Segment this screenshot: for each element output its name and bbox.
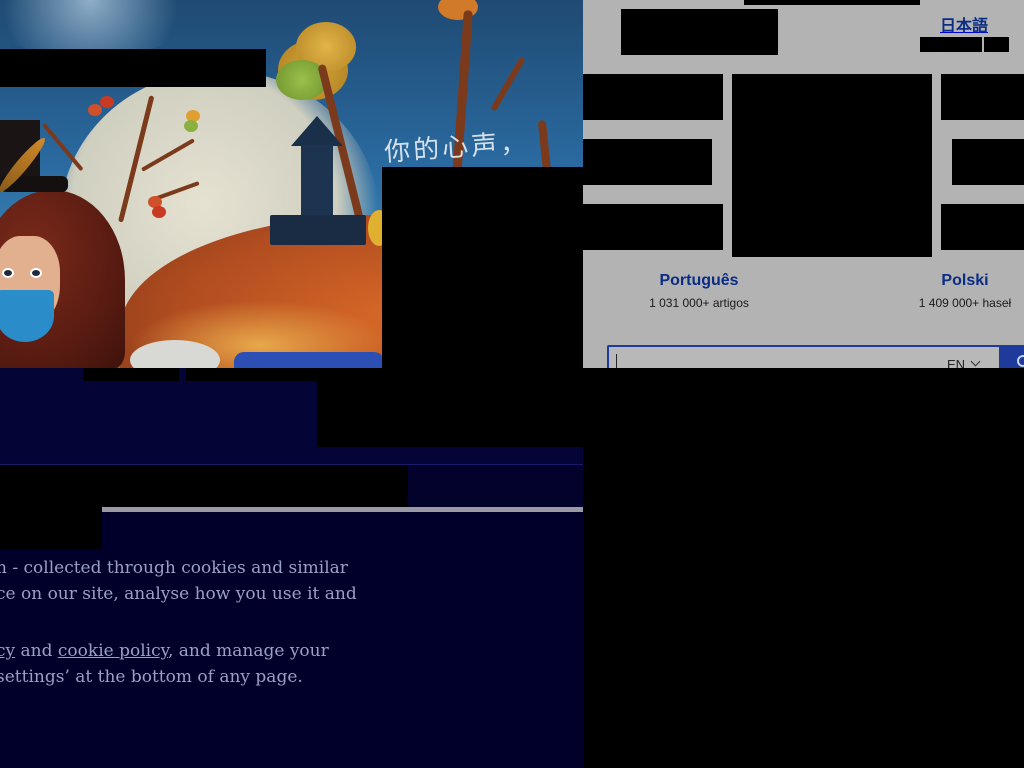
redacted-block <box>382 167 583 368</box>
cookie-consent-text: n - collected through cookies and simila… <box>0 556 416 722</box>
tower <box>301 145 333 217</box>
illustration-caption: 你的心声， <box>383 127 531 169</box>
consent-text-fragment: and <box>15 641 58 661</box>
language-name: Português <box>659 272 739 289</box>
redacted-block <box>744 0 920 5</box>
wikipedia-globe-logo[interactable] <box>732 74 932 257</box>
privacy-policy-link[interactable]: cy <box>0 641 15 661</box>
character-eye <box>30 268 42 278</box>
redacted-block <box>920 37 982 52</box>
redacted-block <box>941 74 1024 120</box>
tower-roof <box>291 116 343 146</box>
redacted-block <box>0 507 102 549</box>
left-window: 你的心声， n - collected through cookies and … <box>0 0 583 768</box>
antler <box>41 122 84 172</box>
article-count: 1 031 000+ artigos <box>649 296 749 310</box>
tree-branch <box>490 56 526 112</box>
consent-line: settings’ at the bottom of any page. <box>0 666 303 687</box>
redacted-block <box>941 204 1024 250</box>
language-link-portuguese[interactable]: Português 1 031 000+ artigos <box>639 272 759 310</box>
language-link-polish[interactable]: Polski 1 409 000+ haseł <box>905 272 1024 310</box>
blue-object <box>234 352 384 368</box>
redacted-block <box>317 381 583 447</box>
redacted-block <box>621 9 778 55</box>
tower-base <box>270 215 366 245</box>
consent-line: ce on our site, analyse how you use it a… <box>0 583 357 604</box>
consent-line: n - collected through cookies and simila… <box>0 558 348 578</box>
redacted-block <box>952 139 1024 185</box>
redacted-block <box>186 368 583 381</box>
redacted-block <box>583 204 723 250</box>
language-link-japanese[interactable]: 日本語 <box>940 12 988 36</box>
leaf <box>100 96 114 108</box>
search-icon <box>1017 355 1024 367</box>
leaf <box>152 206 166 218</box>
language-name: Polski <box>941 272 989 289</box>
blank-region <box>583 368 1024 768</box>
redacted-block <box>984 37 1009 52</box>
leaf <box>88 104 102 116</box>
redacted-block <box>583 139 712 185</box>
cookie-policy-link[interactable]: cookie policy <box>58 641 168 661</box>
redacted-block <box>83 368 179 381</box>
redacted-block <box>0 49 266 87</box>
consent-paragraph: cy and cookie policy, and manage your se… <box>0 639 416 690</box>
character-eye <box>2 268 14 278</box>
article-count: 1 409 000+ haseł <box>918 296 1012 310</box>
redacted-block <box>583 74 723 120</box>
leaf <box>184 120 198 132</box>
progress-bar <box>102 507 583 512</box>
consent-paragraph: n - collected through cookies and simila… <box>0 556 416 607</box>
language-name: 日本語 <box>940 18 989 35</box>
redacted-block <box>0 465 408 507</box>
consent-text-fragment: , and manage your <box>167 641 329 661</box>
